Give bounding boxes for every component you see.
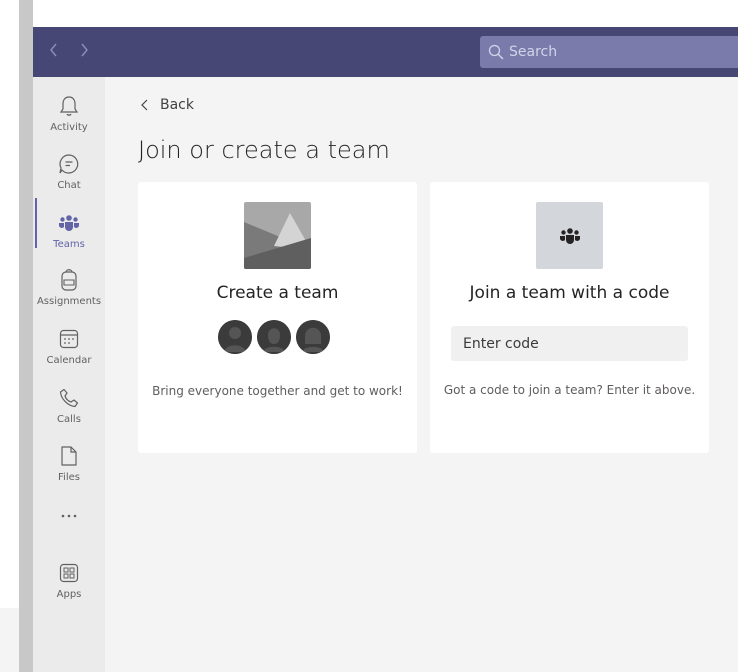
rail-item-assignments[interactable]: Assignments bbox=[33, 259, 105, 311]
search-box[interactable]: Search bbox=[480, 36, 738, 68]
chevron-right-icon bbox=[81, 43, 88, 57]
avatar bbox=[218, 320, 252, 354]
rail-label-activity: Activity bbox=[50, 122, 88, 133]
forward-nav-button[interactable] bbox=[73, 41, 95, 63]
rail-more-button[interactable] bbox=[33, 495, 105, 535]
rail-item-teams[interactable]: Teams bbox=[33, 202, 105, 254]
rail-label-chat: Chat bbox=[57, 180, 81, 191]
rail-label-apps: Apps bbox=[56, 589, 82, 600]
more-dots-icon bbox=[61, 514, 77, 518]
member-avatars bbox=[218, 320, 338, 354]
calendar-icon bbox=[59, 329, 79, 349]
back-button[interactable]: Back bbox=[138, 97, 194, 113]
chevron-left-icon bbox=[141, 99, 148, 111]
rail-item-chat[interactable]: Chat bbox=[33, 143, 105, 195]
search-icon bbox=[488, 44, 504, 60]
create-team-description: Bring everyone together and get to work! bbox=[152, 384, 403, 398]
create-team-title: Create a team bbox=[216, 283, 339, 303]
join-team-card: Join a team with a code Got a code to jo… bbox=[430, 182, 709, 453]
rail-item-calendar[interactable]: Calendar bbox=[33, 318, 105, 370]
rail-item-calls[interactable]: Calls bbox=[33, 377, 105, 429]
rail-item-activity[interactable]: Activity bbox=[33, 85, 105, 137]
desktop-background bbox=[0, 0, 19, 608]
apps-icon bbox=[59, 563, 79, 583]
image-placeholder-icon bbox=[244, 202, 311, 269]
create-team-card[interactable]: Create a team Bring everyone together an… bbox=[138, 182, 417, 453]
rail-label-calendar: Calendar bbox=[46, 355, 92, 366]
join-team-description: Got a code to join a team? Enter it abov… bbox=[443, 383, 696, 397]
main-content: Back Join or create a team Create a team… bbox=[105, 77, 738, 672]
app-rail: Activity Chat Teams Assignments Calendar… bbox=[33, 77, 105, 672]
join-team-title: Join a team with a code bbox=[469, 283, 670, 303]
rail-label-assignments: Assignments bbox=[36, 296, 102, 307]
search-placeholder: Search bbox=[509, 44, 558, 60]
rail-item-files[interactable]: Files bbox=[33, 435, 105, 487]
rail-label-files: Files bbox=[58, 472, 80, 483]
team-code-input[interactable] bbox=[451, 326, 688, 361]
chevron-left-icon bbox=[50, 43, 57, 57]
phone-icon bbox=[59, 388, 79, 408]
desktop-background-bottom bbox=[0, 608, 19, 672]
page-title: Join or create a team bbox=[138, 136, 390, 164]
avatar bbox=[257, 320, 291, 354]
rail-label-teams: Teams bbox=[53, 239, 85, 250]
file-icon bbox=[61, 446, 77, 466]
title-bar: Search bbox=[33, 27, 738, 77]
bell-icon bbox=[59, 96, 79, 116]
back-label: Back bbox=[160, 97, 194, 113]
join-team-icon-box bbox=[536, 202, 603, 269]
window-border bbox=[19, 0, 33, 672]
back-nav-button[interactable] bbox=[43, 41, 65, 63]
teams-icon bbox=[59, 215, 79, 231]
backpack-icon bbox=[61, 269, 77, 291]
window-top-area bbox=[33, 0, 738, 27]
teams-app-window: Search Activity Chat Teams Assignments C… bbox=[33, 0, 738, 672]
teams-icon bbox=[559, 227, 580, 244]
avatar bbox=[296, 320, 330, 354]
rail-label-calls: Calls bbox=[57, 414, 81, 425]
chat-icon bbox=[59, 154, 79, 174]
rail-item-apps[interactable]: Apps bbox=[33, 552, 105, 604]
